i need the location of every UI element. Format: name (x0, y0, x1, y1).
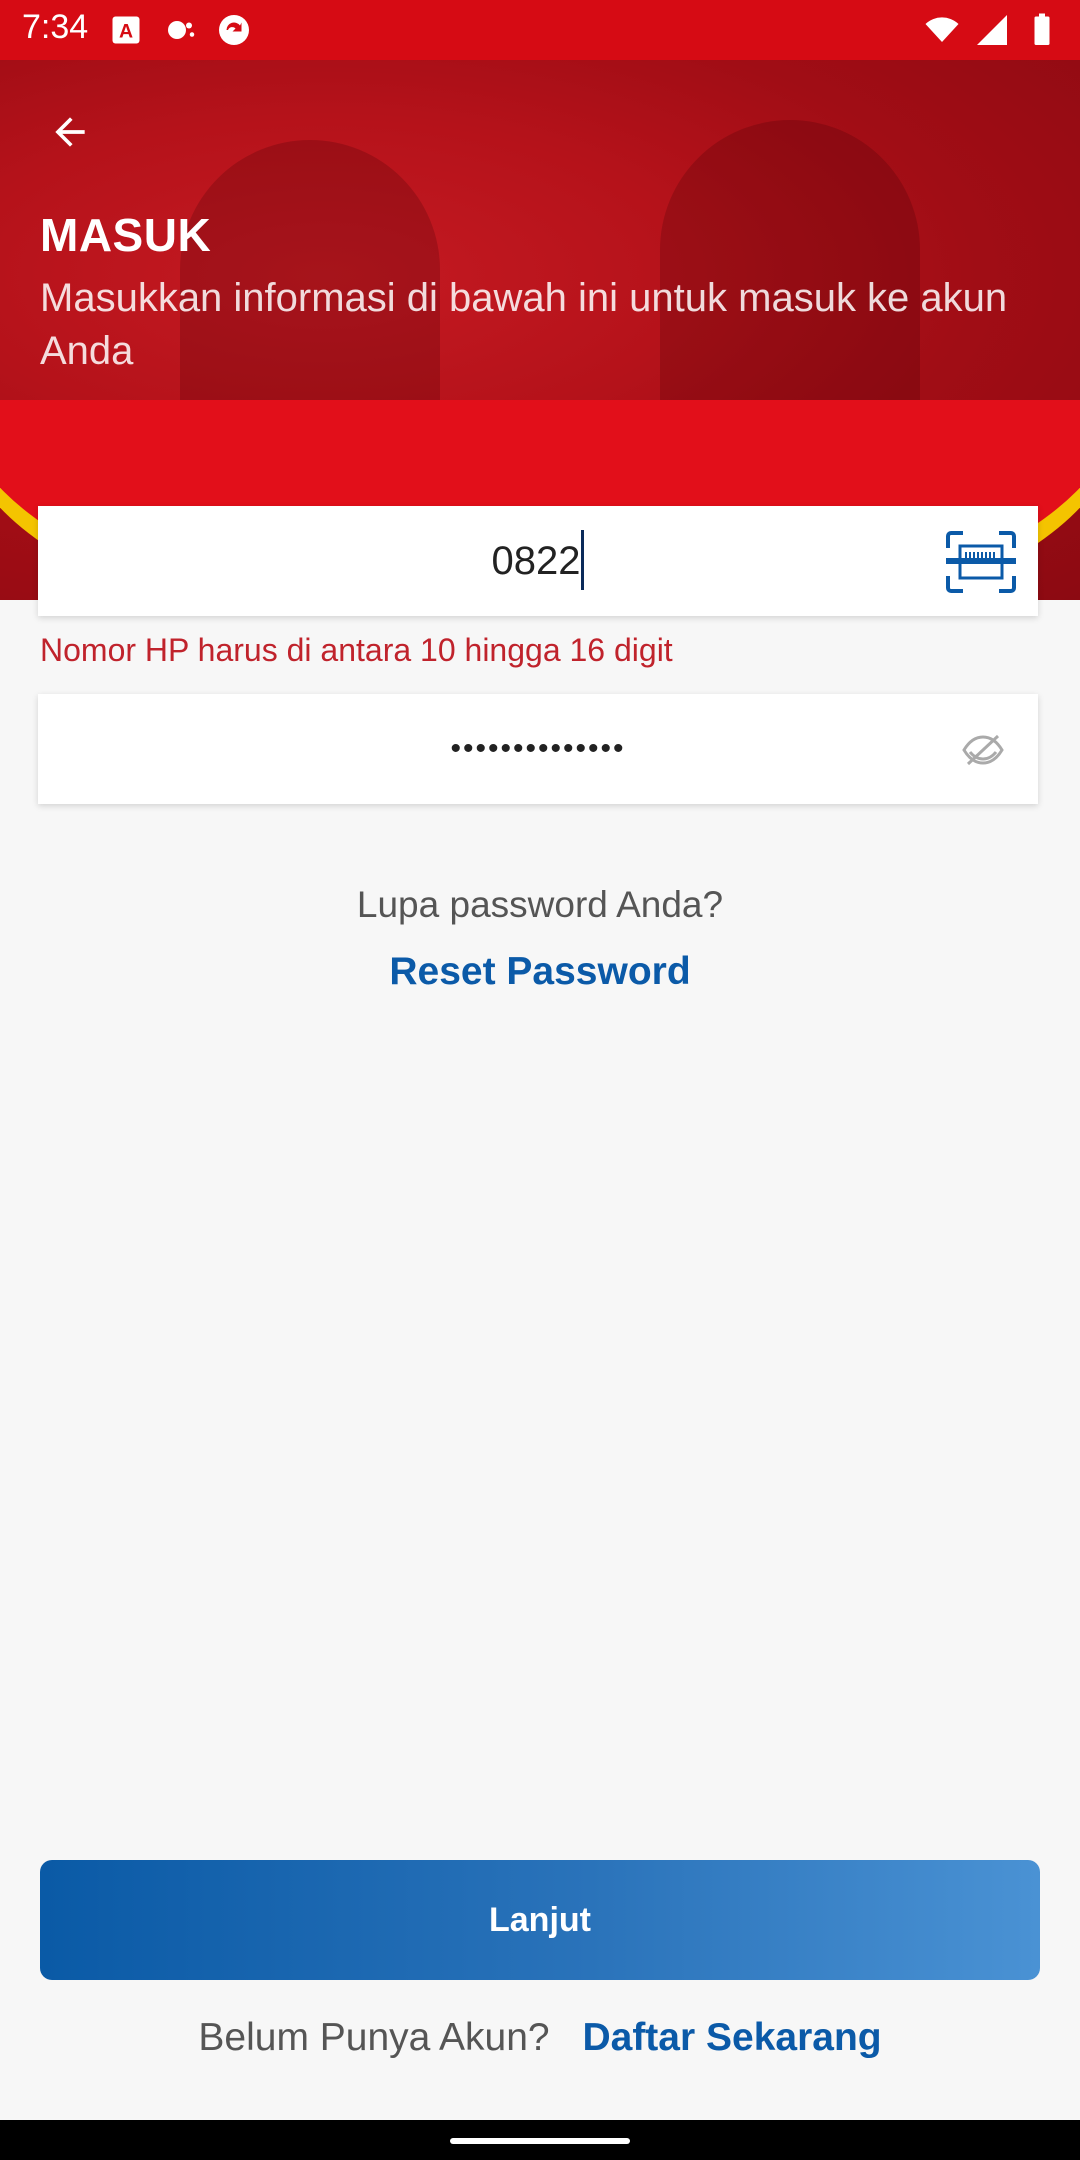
password-input[interactable]: •••••••••••••• (38, 694, 1038, 804)
battery-icon (1034, 13, 1050, 45)
phone-value: 0822 (491, 539, 581, 583)
home-gesture-handle[interactable] (450, 2138, 630, 2144)
eye-off-icon[interactable] (962, 732, 1004, 768)
status-icons-left: A (108, 12, 252, 48)
signal-icon (977, 15, 1007, 45)
wifi-icon (925, 17, 959, 42)
arrow-left-icon (55, 117, 85, 147)
continue-button[interactable]: Lanjut (40, 1860, 1040, 1980)
phone-error-message: Nomor HP harus di antara 10 hingga 16 di… (40, 632, 673, 668)
phone-input[interactable]: 0822 (38, 506, 1038, 616)
status-icons-right (924, 12, 1060, 48)
back-button[interactable] (40, 102, 100, 162)
phone-field[interactable]: 0822 (38, 506, 1038, 616)
text-caret (581, 530, 585, 591)
status-bar: 7:34 A (0, 0, 1080, 60)
forgot-password-question: Lupa password Anda? (356, 884, 724, 925)
signup-question: Belum Punya Akun? (198, 2016, 550, 2059)
status-time: 7:34 (22, 8, 89, 46)
app-a-icon: A (112, 16, 140, 44)
sync-icon (219, 15, 249, 45)
scan-icon[interactable] (944, 530, 1018, 594)
signup-row: Belum Punya Akun? Daftar Sekarang (0, 2016, 1080, 2060)
svg-text:A: A (119, 21, 133, 43)
signup-link[interactable]: Daftar Sekarang (582, 2016, 881, 2059)
reset-password-link[interactable]: Reset Password (0, 950, 1080, 994)
weather-icon (168, 21, 195, 39)
page-title: MASUK (40, 209, 212, 261)
password-field[interactable]: •••••••••••••• (38, 694, 1038, 804)
page-subtitle: Masukkan informasi di bawah ini untuk ma… (40, 276, 1008, 373)
